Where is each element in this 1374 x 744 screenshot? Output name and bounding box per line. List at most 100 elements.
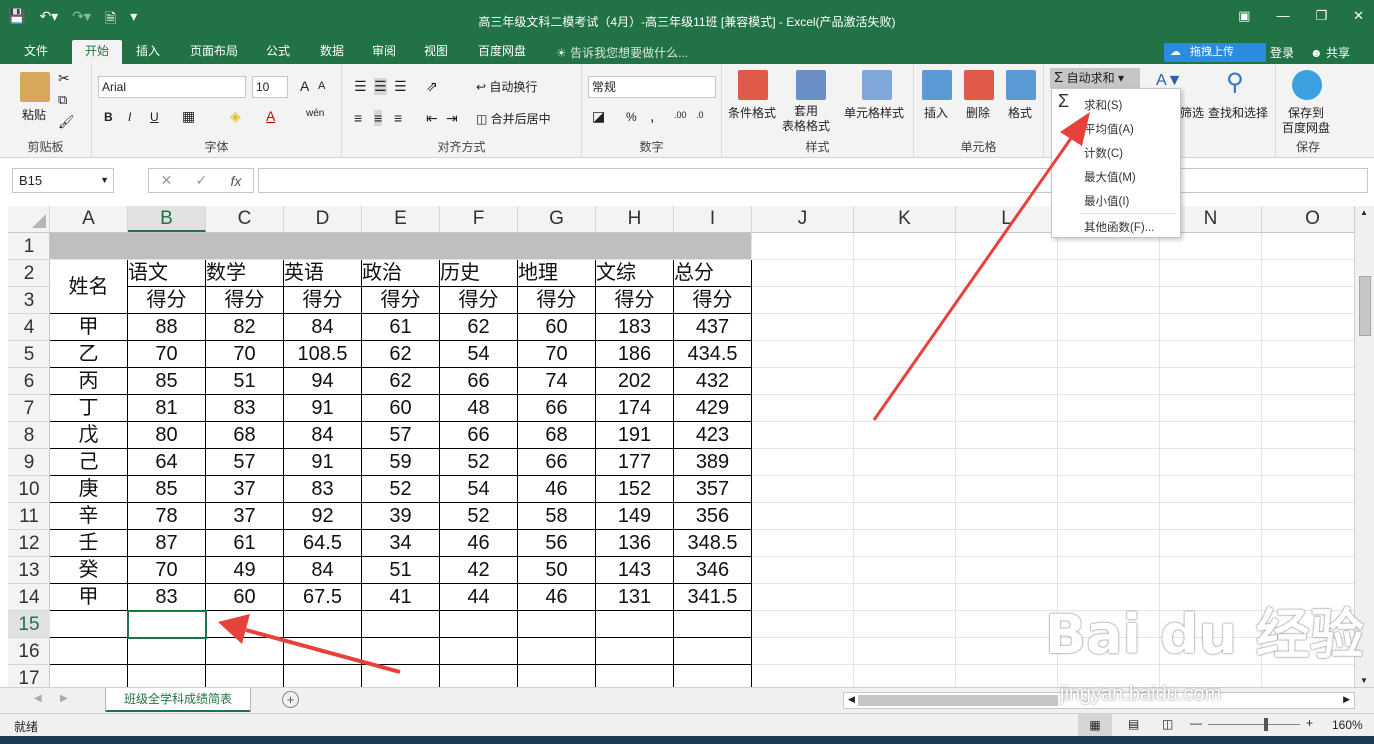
table-cell[interactable]: 423 xyxy=(674,422,752,449)
table-cell[interactable]: 34 xyxy=(362,530,440,557)
table-cell[interactable]: 61 xyxy=(362,314,440,341)
row-header-11[interactable]: 11 xyxy=(8,503,50,530)
table-empty-cell[interactable] xyxy=(50,638,128,665)
column-header-o[interactable]: O xyxy=(1262,206,1364,232)
table-empty-cell[interactable] xyxy=(518,638,596,665)
table-cell[interactable]: 44 xyxy=(440,584,518,611)
cell-j2[interactable] xyxy=(752,260,854,287)
table-cell[interactable]: 62 xyxy=(362,341,440,368)
row-header-3[interactable]: 3 xyxy=(8,287,50,314)
subject-header[interactable]: 总分 xyxy=(674,260,752,287)
table-cell[interactable]: 54 xyxy=(440,341,518,368)
cut-icon[interactable]: ✂ xyxy=(58,70,70,87)
scroll-left-icon[interactable]: ◀ xyxy=(848,694,855,705)
wrap-text-button[interactable]: ↩ 自动换行 xyxy=(476,78,537,95)
table-empty-cell[interactable] xyxy=(128,638,206,665)
align-left-icon[interactable]: ≡ xyxy=(354,110,362,126)
table-empty-cell[interactable] xyxy=(518,665,596,687)
table-cell[interactable]: 91 xyxy=(284,449,362,476)
delete-cells-icon[interactable] xyxy=(964,70,994,100)
cell-o11[interactable] xyxy=(1262,503,1354,530)
tab-baidu-netdisk[interactable]: 百度网盘 xyxy=(468,40,536,64)
table-cell[interactable]: 46 xyxy=(440,530,518,557)
table-empty-cell[interactable] xyxy=(596,665,674,687)
paste-icon[interactable] xyxy=(20,72,50,102)
cell-j4[interactable] xyxy=(752,314,854,341)
cell-n8[interactable] xyxy=(1160,422,1262,449)
table-cell[interactable]: 70 xyxy=(518,341,596,368)
insert-function-icon[interactable]: fx xyxy=(230,173,241,189)
cell-k10[interactable] xyxy=(854,476,956,503)
cell-n11[interactable] xyxy=(1160,503,1262,530)
cell-j12[interactable] xyxy=(752,530,854,557)
align-center-icon[interactable]: ≡ xyxy=(374,110,383,126)
font-size-select[interactable]: 10 xyxy=(252,76,288,98)
table-cell[interactable]: 84 xyxy=(284,314,362,341)
cell-l13[interactable] xyxy=(956,557,1058,584)
table-cell[interactable]: 42 xyxy=(440,557,518,584)
column-header-a[interactable]: A xyxy=(50,206,128,232)
table-cell[interactable]: 62 xyxy=(440,314,518,341)
cell-n2[interactable] xyxy=(1160,260,1262,287)
close-icon[interactable]: ✕ xyxy=(1353,8,1364,24)
cell-k7[interactable] xyxy=(854,395,956,422)
cell-styles-icon[interactable] xyxy=(862,70,892,100)
cell-k9[interactable] xyxy=(854,449,956,476)
sort-filter-button[interactable]: 筛选 xyxy=(1180,104,1204,121)
cell-m13[interactable] xyxy=(1058,557,1160,584)
table-cell[interactable]: 202 xyxy=(596,368,674,395)
conditional-format-icon[interactable] xyxy=(738,70,768,100)
cell-o9[interactable] xyxy=(1262,449,1354,476)
column-header-k[interactable]: K xyxy=(854,206,956,232)
cell-j6[interactable] xyxy=(752,368,854,395)
score-header[interactable]: 得分 xyxy=(128,287,206,314)
table-empty-cell[interactable] xyxy=(596,611,674,638)
format-painter-icon[interactable]: 🖌 xyxy=(58,114,75,130)
align-middle-icon[interactable]: ☰ xyxy=(374,78,387,95)
cell-k11[interactable] xyxy=(854,503,956,530)
delete-cells-button[interactable]: 删除 xyxy=(966,104,990,121)
table-cell[interactable]: 51 xyxy=(362,557,440,584)
table-cell[interactable]: 甲 xyxy=(50,584,128,611)
restore-icon[interactable]: ❐ xyxy=(1315,8,1327,24)
cell-j5[interactable] xyxy=(752,341,854,368)
tab-insert[interactable]: 插入 xyxy=(126,40,170,64)
table-cell[interactable]: 41 xyxy=(362,584,440,611)
table-cell[interactable]: 壬 xyxy=(50,530,128,557)
cell-m9[interactable] xyxy=(1058,449,1160,476)
enter-icon[interactable]: ✓ xyxy=(196,172,208,189)
table-cell[interactable]: 174 xyxy=(596,395,674,422)
autosum-menu-item[interactable]: 求和(S) xyxy=(1084,97,1122,113)
cell-n3[interactable] xyxy=(1160,287,1262,314)
align-bottom-icon[interactable]: ☰ xyxy=(394,78,407,95)
cell-k14[interactable] xyxy=(854,584,956,611)
autosum-menu-item[interactable]: 其他函数(F)... xyxy=(1084,219,1154,235)
zoom-slider-thumb[interactable] xyxy=(1264,718,1268,731)
table-cell[interactable]: 177 xyxy=(596,449,674,476)
table-cell[interactable]: 389 xyxy=(674,449,752,476)
cell-l12[interactable] xyxy=(956,530,1058,557)
cell-l2[interactable] xyxy=(956,260,1058,287)
subject-header[interactable]: 语文 xyxy=(128,260,206,287)
decrease-decimal-icon[interactable]: .0 xyxy=(696,110,704,120)
italic-button[interactable]: I xyxy=(128,110,131,124)
sheet-tab[interactable]: 班级全学科成绩简表 xyxy=(106,688,250,712)
table-cell[interactable]: 37 xyxy=(206,476,284,503)
table-cell[interactable]: 46 xyxy=(518,584,596,611)
table-cell[interactable]: 61 xyxy=(206,530,284,557)
score-header[interactable]: 得分 xyxy=(284,287,362,314)
cell-k6[interactable] xyxy=(854,368,956,395)
table-empty-cell[interactable] xyxy=(362,665,440,687)
cell-j13[interactable] xyxy=(752,557,854,584)
cell-k4[interactable] xyxy=(854,314,956,341)
table-empty-cell[interactable] xyxy=(440,665,518,687)
baidu-netdisk-label[interactable]: 百度网盘 xyxy=(1282,119,1330,136)
table-empty-cell[interactable] xyxy=(440,611,518,638)
cell-n13[interactable] xyxy=(1160,557,1262,584)
borders-icon[interactable]: ▦ xyxy=(182,108,195,125)
baidu-cloud-icon[interactable] xyxy=(1292,70,1322,100)
table-banner[interactable] xyxy=(50,233,752,260)
find-select-icon[interactable]: ⚲ xyxy=(1226,68,1244,97)
table-cell[interactable]: 丁 xyxy=(50,395,128,422)
table-cell[interactable]: 庚 xyxy=(50,476,128,503)
